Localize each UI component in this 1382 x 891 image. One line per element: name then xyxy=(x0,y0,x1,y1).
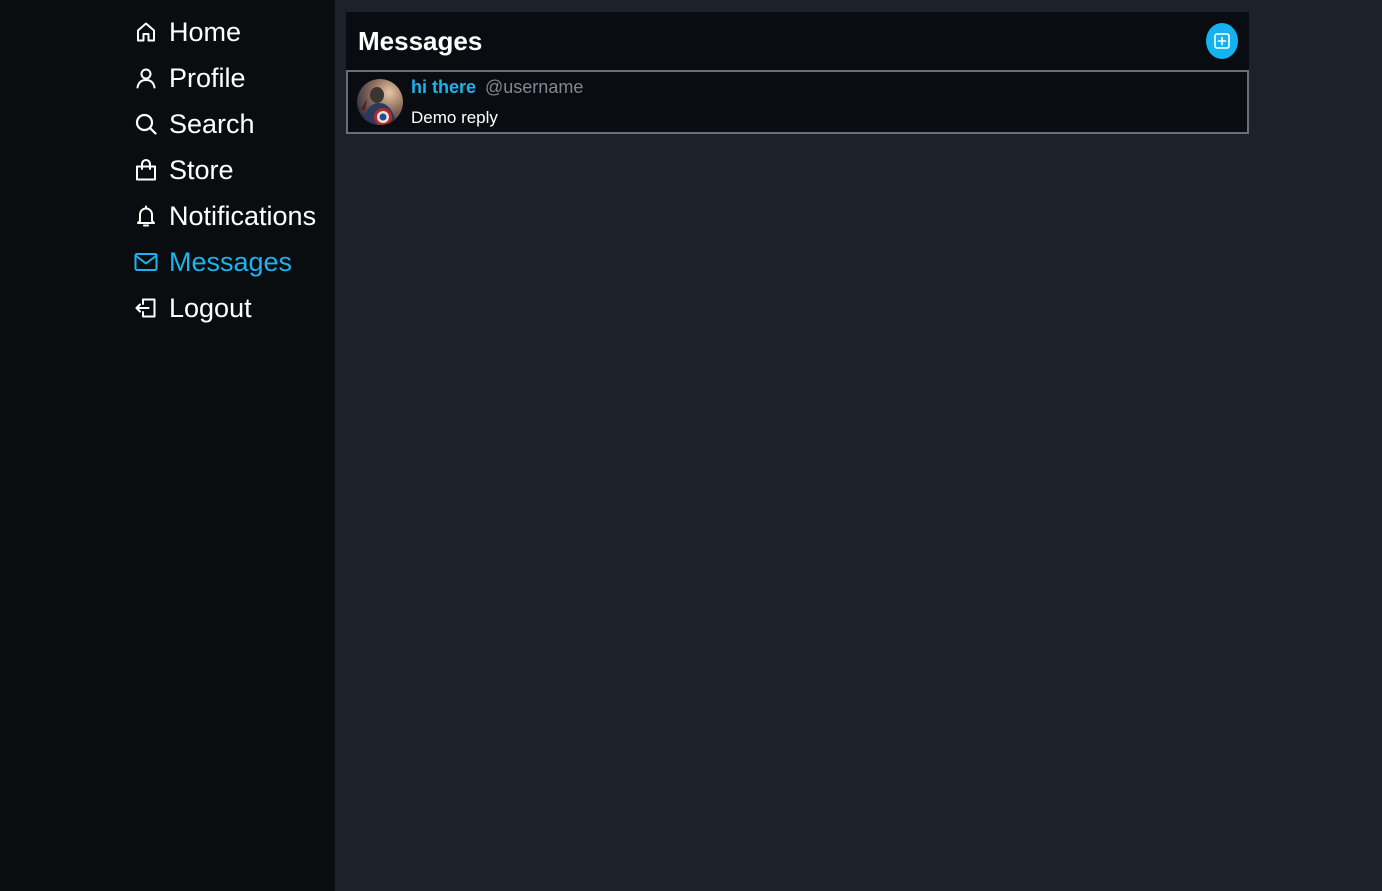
home-icon xyxy=(133,19,159,45)
user-icon xyxy=(133,65,159,91)
message-sender-name: hi there xyxy=(411,77,477,97)
plus-square-icon xyxy=(1214,33,1230,49)
sidebar-item-label: Home xyxy=(169,16,242,47)
sidebar: Home Profile Search Store Notifications … xyxy=(0,0,335,891)
messages-panel: Messages hi there @username Demo reply xyxy=(346,12,1249,134)
sidebar-item-logout[interactable]: Logout xyxy=(133,285,316,331)
sidebar-item-search[interactable]: Search xyxy=(133,101,316,147)
sidebar-item-profile[interactable]: Profile xyxy=(133,55,316,101)
app: Home Profile Search Store Notifications … xyxy=(0,0,1382,891)
search-icon xyxy=(133,111,159,137)
logout-icon xyxy=(133,295,159,321)
sidebar-item-label: Search xyxy=(169,108,255,139)
mail-icon xyxy=(133,249,159,275)
message-list: hi there @username Demo reply xyxy=(346,70,1249,134)
message-header: hi there @username xyxy=(411,77,583,98)
sidebar-item-store[interactable]: Store xyxy=(133,147,316,193)
messages-header: Messages xyxy=(346,12,1249,70)
message-item[interactable]: hi there @username Demo reply xyxy=(346,70,1249,134)
new-message-button[interactable] xyxy=(1206,23,1238,59)
message-preview: Demo reply xyxy=(411,108,498,127)
avatar-image xyxy=(357,79,403,125)
sidebar-item-label: Notifications xyxy=(169,200,317,231)
sidebar-item-label: Profile xyxy=(169,62,246,93)
sidebar-item-messages[interactable]: Messages xyxy=(133,239,316,285)
sidebar-item-label: Logout xyxy=(169,292,252,323)
sidebar-item-label: Store xyxy=(169,154,234,185)
sidebar-nav: Home Profile Search Store Notifications … xyxy=(133,9,316,331)
message-sender-handle: @username xyxy=(485,77,584,97)
shopping-bag-icon xyxy=(133,157,159,183)
sidebar-item-home[interactable]: Home xyxy=(133,9,316,55)
sidebar-item-label: Messages xyxy=(169,246,293,277)
avatar[interactable] xyxy=(357,79,403,125)
page-title: Messages xyxy=(358,25,483,56)
bell-icon xyxy=(133,203,159,229)
sidebar-item-notifications[interactable]: Notifications xyxy=(133,193,316,239)
